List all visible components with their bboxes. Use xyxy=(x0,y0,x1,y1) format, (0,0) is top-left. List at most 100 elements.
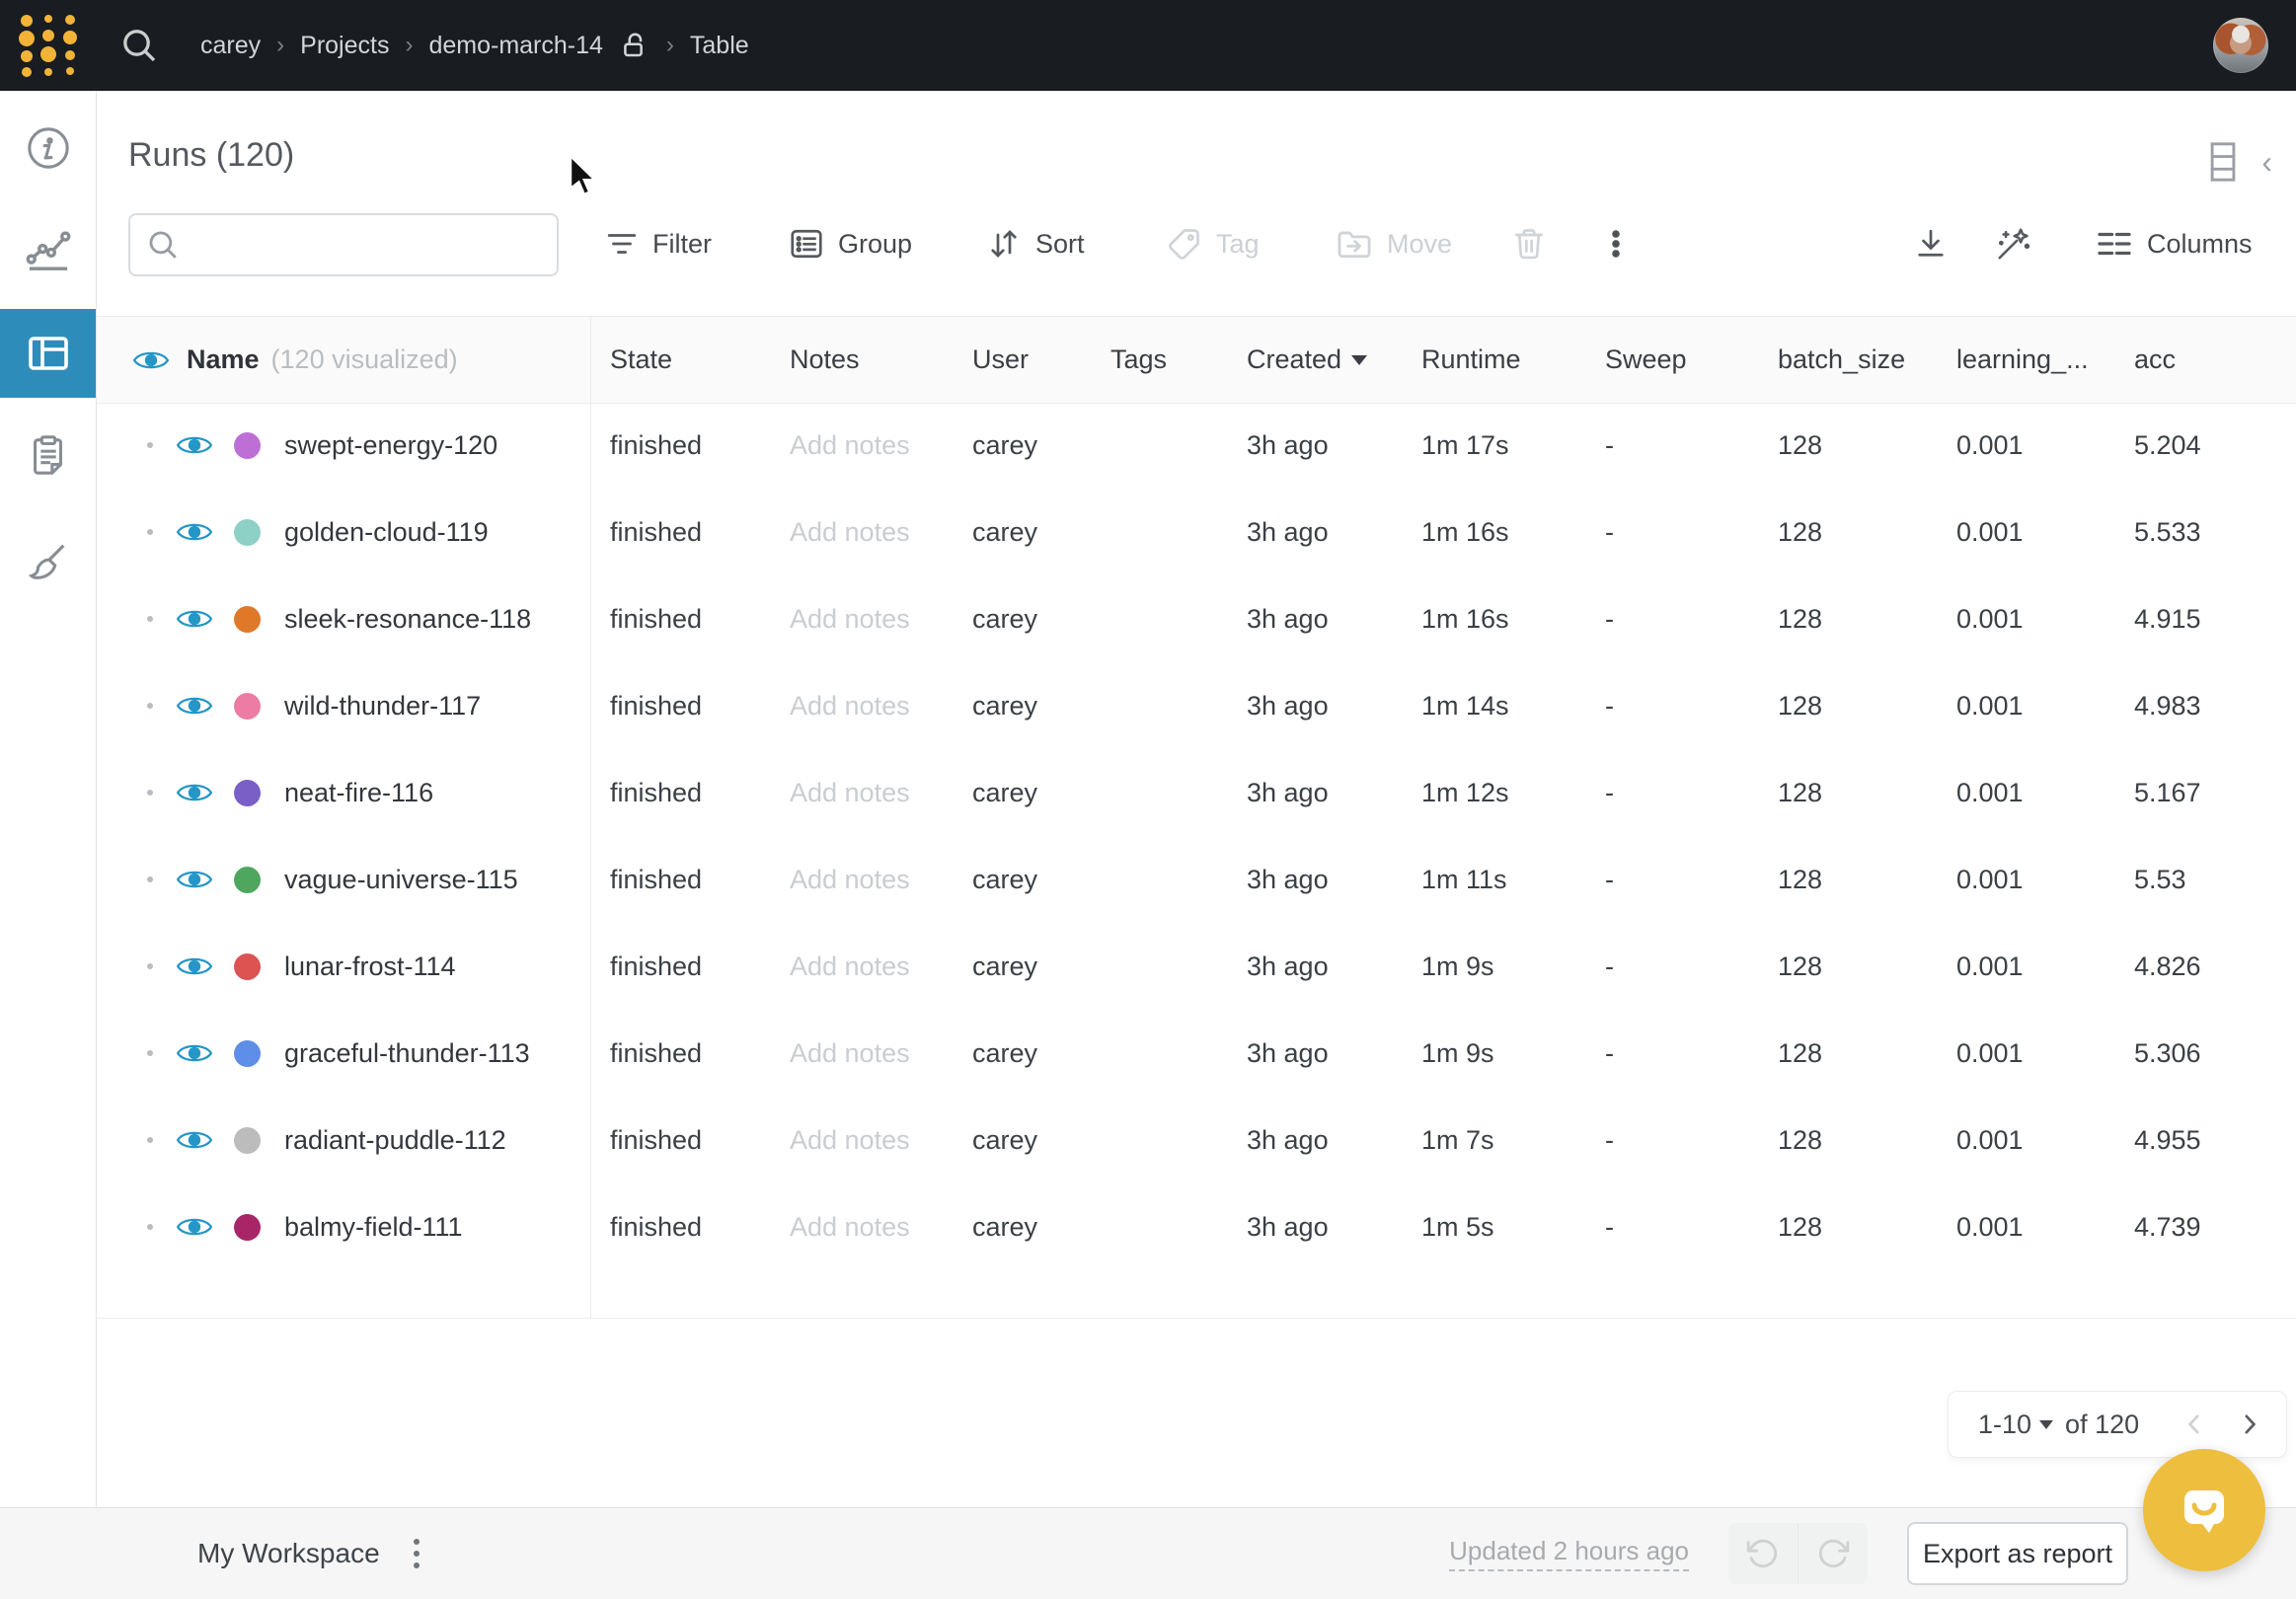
row-handle[interactable] xyxy=(147,963,153,969)
column-divider[interactable] xyxy=(590,316,591,1319)
row-handle[interactable] xyxy=(147,529,153,535)
eye-icon[interactable] xyxy=(177,1127,212,1153)
page-size-dropdown[interactable]: 1-10 xyxy=(1978,1409,2053,1440)
workspace-name[interactable]: My Workspace xyxy=(197,1538,380,1569)
breadcrumb-projects[interactable]: Projects xyxy=(300,32,389,60)
row-handle[interactable] xyxy=(147,1137,153,1143)
runs-search-input[interactable] xyxy=(193,229,543,262)
header-tags[interactable]: Tags xyxy=(1091,344,1227,375)
run-name[interactable]: sleek-resonance-118 xyxy=(284,604,531,635)
header-learning-rate[interactable]: learning_... xyxy=(1937,344,2114,375)
table-row[interactable]: neat-fire-116 finished Add notes carey 3… xyxy=(96,749,2296,836)
breadcrumb-tab-table[interactable]: Table xyxy=(690,32,749,60)
eye-icon[interactable] xyxy=(177,953,212,979)
eye-icon[interactable] xyxy=(177,1214,212,1240)
run-name[interactable]: vague-universe-115 xyxy=(284,865,518,895)
next-page-button[interactable] xyxy=(2235,1409,2264,1439)
group-button[interactable]: Group xyxy=(789,213,912,274)
table-row[interactable]: lunar-frost-114 finished Add notes carey… xyxy=(96,923,2296,1010)
cell-notes[interactable]: Add notes xyxy=(770,778,953,808)
filter-icon xyxy=(605,227,639,261)
sort-button[interactable]: Sort xyxy=(986,213,1085,274)
cell-notes[interactable]: Add notes xyxy=(770,604,953,635)
eye-icon[interactable] xyxy=(177,1040,212,1066)
table-row[interactable]: graceful-thunder-113 finished Add notes … xyxy=(96,1010,2296,1097)
collapse-panel-icon[interactable]: ‹ xyxy=(2261,146,2272,178)
table-row[interactable]: wild-thunder-117 finished Add notes care… xyxy=(96,662,2296,749)
tag-button[interactable]: Tag xyxy=(1167,213,1260,274)
sidebar-item-charts[interactable] xyxy=(0,205,96,294)
eye-icon[interactable] xyxy=(177,606,212,632)
cell-notes[interactable]: Add notes xyxy=(770,865,953,895)
export-csv-button[interactable] xyxy=(1913,213,1949,274)
more-actions-button[interactable] xyxy=(1599,213,1633,274)
magic-wand-button[interactable] xyxy=(1995,213,2032,274)
eye-icon[interactable] xyxy=(177,867,212,892)
cell-notes[interactable]: Add notes xyxy=(770,1212,953,1243)
export-as-report-button[interactable]: Export as report xyxy=(1907,1522,2128,1585)
move-button[interactable]: Move xyxy=(1336,213,1452,274)
row-handle[interactable] xyxy=(147,1050,153,1056)
global-search-button[interactable] xyxy=(119,26,159,65)
breadcrumb-entity[interactable]: carey xyxy=(200,32,261,60)
eye-icon[interactable] xyxy=(177,432,212,458)
run-name[interactable]: graceful-thunder-113 xyxy=(284,1038,530,1069)
prev-page-button[interactable] xyxy=(2180,1409,2209,1439)
updated-timestamp[interactable]: Updated 2 hours ago xyxy=(1449,1536,1689,1571)
cell-notes[interactable]: Add notes xyxy=(770,1125,953,1156)
header-acc[interactable]: acc xyxy=(2114,344,2296,375)
row-handle[interactable] xyxy=(147,616,153,622)
table-row[interactable]: swept-energy-120 finished Add notes care… xyxy=(96,402,2296,489)
cell-notes[interactable]: Add notes xyxy=(770,691,953,722)
table-row[interactable]: golden-cloud-119 finished Add notes care… xyxy=(96,489,2296,575)
run-name[interactable]: radiant-puddle-112 xyxy=(284,1125,506,1156)
sidebar-item-sweeps[interactable] xyxy=(0,518,96,607)
run-name[interactable]: balmy-field-111 xyxy=(284,1212,463,1243)
sidebar-item-overview[interactable] xyxy=(0,104,96,192)
header-created[interactable]: Created xyxy=(1227,344,1402,375)
cell-notes[interactable]: Add notes xyxy=(770,1038,953,1069)
sidebar-item-table[interactable] xyxy=(0,309,96,398)
filter-button[interactable]: Filter xyxy=(605,213,712,274)
run-name[interactable]: wild-thunder-117 xyxy=(284,691,481,722)
header-batch-size[interactable]: batch_size xyxy=(1758,344,1937,375)
header-runtime[interactable]: Runtime xyxy=(1402,344,1585,375)
header-user[interactable]: User xyxy=(953,344,1091,375)
eye-icon[interactable] xyxy=(177,780,212,805)
row-handle[interactable] xyxy=(147,703,153,709)
panel-layout-icon[interactable] xyxy=(2210,142,2236,182)
table-row[interactable]: sleek-resonance-118 finished Add notes c… xyxy=(96,575,2296,662)
columns-button[interactable]: Columns xyxy=(2096,213,2253,274)
workspace-menu-button[interactable] xyxy=(408,1533,425,1574)
wandb-logo[interactable] xyxy=(0,12,96,79)
row-handle[interactable] xyxy=(147,790,153,796)
cell-notes[interactable]: Add notes xyxy=(770,952,953,982)
undo-button[interactable] xyxy=(1728,1523,1798,1584)
table-row[interactable]: vague-universe-115 finished Add notes ca… xyxy=(96,836,2296,923)
header-name[interactable]: Name (120 visualized) xyxy=(96,344,590,375)
header-state[interactable]: State xyxy=(590,344,770,375)
cell-notes[interactable]: Add notes xyxy=(770,430,953,461)
run-name[interactable]: golden-cloud-119 xyxy=(284,517,489,548)
eye-icon[interactable] xyxy=(177,693,212,719)
user-avatar[interactable] xyxy=(2213,18,2268,73)
run-name[interactable]: lunar-frost-114 xyxy=(284,952,456,982)
delete-button[interactable] xyxy=(1511,213,1547,274)
run-name[interactable]: swept-energy-120 xyxy=(284,430,497,461)
breadcrumb-project[interactable]: demo-march-14 xyxy=(428,32,602,60)
header-notes[interactable]: Notes xyxy=(770,344,953,375)
chat-support-button[interactable] xyxy=(2143,1449,2265,1571)
run-name[interactable]: neat-fire-116 xyxy=(284,778,433,808)
row-handle[interactable] xyxy=(147,876,153,882)
table-row[interactable]: radiant-puddle-112 finished Add notes ca… xyxy=(96,1097,2296,1183)
table-row[interactable]: balmy-field-111 finished Add notes carey… xyxy=(96,1183,2296,1270)
eye-icon[interactable] xyxy=(133,347,169,373)
header-sweep[interactable]: Sweep xyxy=(1585,344,1758,375)
eye-icon[interactable] xyxy=(177,519,212,545)
redo-button[interactable] xyxy=(1798,1523,1868,1584)
row-handle[interactable] xyxy=(147,442,153,448)
sidebar-item-notes[interactable] xyxy=(0,411,96,499)
row-handle[interactable] xyxy=(147,1224,153,1230)
cell-batch-size: 128 xyxy=(1758,1212,1937,1243)
cell-notes[interactable]: Add notes xyxy=(770,517,953,548)
